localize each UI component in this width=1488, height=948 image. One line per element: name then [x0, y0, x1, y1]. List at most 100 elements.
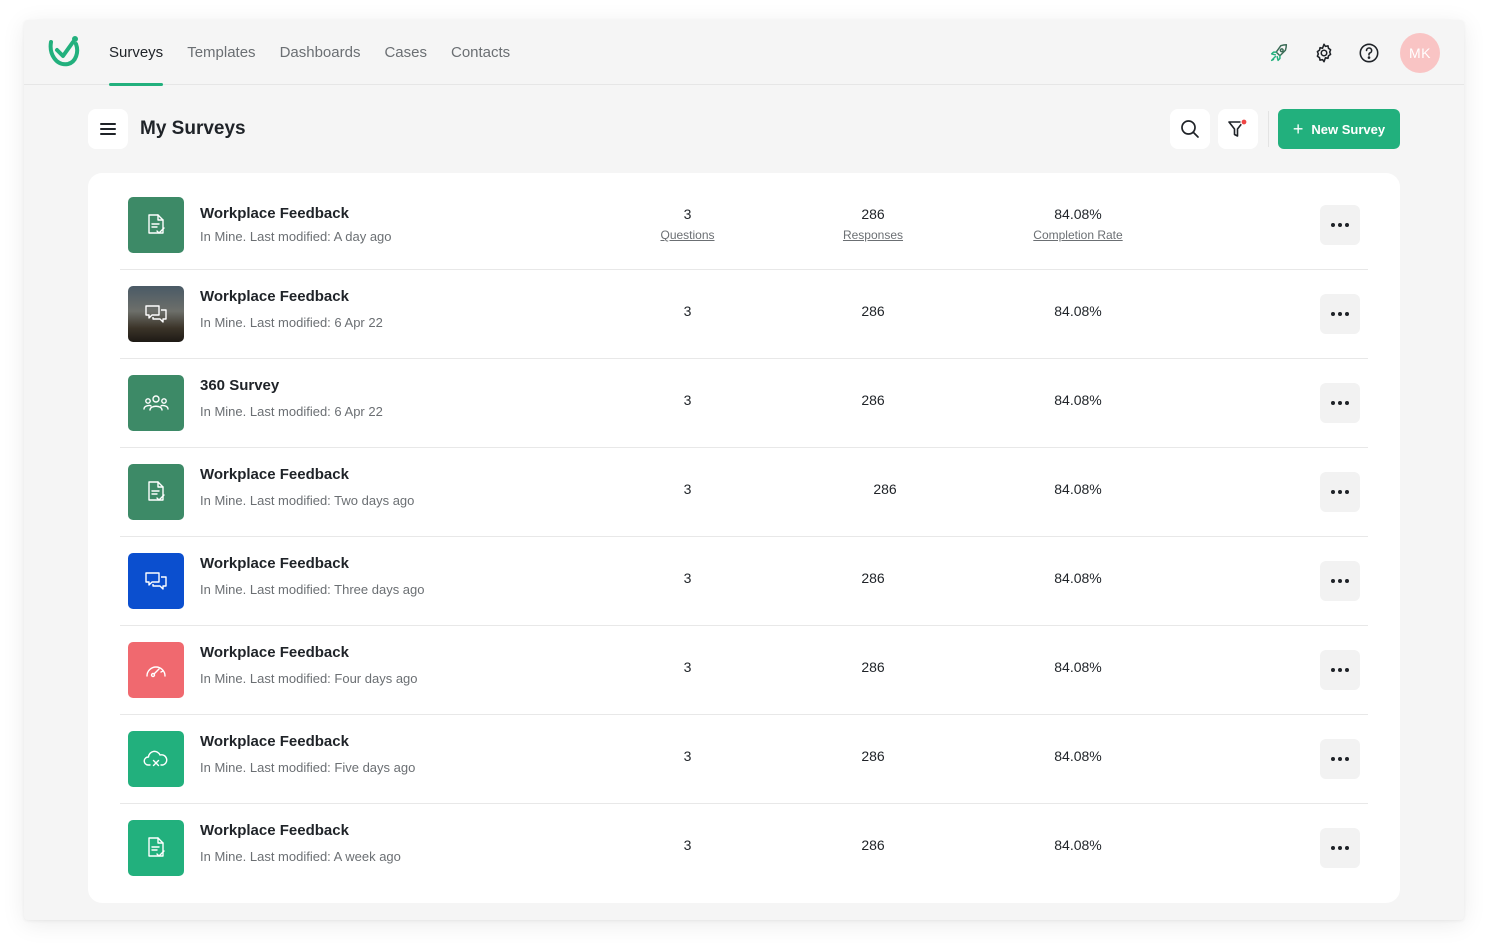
more-options-button[interactable]: [1320, 383, 1360, 423]
nav-tab-dashboards[interactable]: Dashboards: [280, 20, 361, 85]
new-survey-button[interactable]: + New Survey: [1278, 109, 1400, 149]
completion-value: 84.08%: [1054, 570, 1102, 586]
document-check-icon: [128, 197, 184, 253]
search-icon: [1181, 120, 1199, 138]
user-avatar[interactable]: MK: [1400, 33, 1440, 73]
top-navigation: Surveys Templates Dashboards Cases Conta…: [24, 20, 1464, 86]
more-options-button[interactable]: [1320, 205, 1360, 245]
survey-subtitle: In Mine. Last modified: Two days ago: [200, 493, 415, 508]
more-dots-icon: [1330, 312, 1351, 316]
survey-row[interactable]: Workplace Feedback In Mine. Last modifie…: [120, 804, 1368, 893]
survey-row[interactable]: Workplace Feedback In Mine. Last modifie…: [120, 173, 1368, 270]
more-options-button[interactable]: [1320, 739, 1360, 779]
questions-stat: 3 Questions: [640, 206, 735, 242]
rocket-icon[interactable]: [1264, 38, 1294, 68]
questions-value: 3: [683, 206, 692, 222]
more-dots-icon: [1330, 223, 1351, 227]
search-button[interactable]: [1170, 109, 1210, 149]
survey-title: Workplace Feedback: [200, 733, 349, 750]
gauge-icon: [128, 642, 184, 698]
responses-value: 286: [861, 659, 885, 675]
survey-title: Workplace Feedback: [200, 555, 349, 572]
completion-value: 84.08%: [1054, 303, 1102, 319]
more-dots-icon: [1330, 846, 1351, 850]
responses-value: 286: [873, 481, 897, 497]
survey-title: 360 Survey: [200, 377, 280, 394]
completion-value: 84.08%: [1054, 481, 1102, 497]
more-options-button[interactable]: [1320, 828, 1360, 868]
questions-value: 3: [683, 392, 692, 408]
survey-subtitle: In Mine. Last modified: 6 Apr 22: [200, 315, 383, 330]
survey-list: Workplace Feedback In Mine. Last modifie…: [88, 173, 1400, 903]
responses-value: 286: [861, 748, 885, 764]
help-icon[interactable]: [1354, 38, 1384, 68]
more-options-button[interactable]: [1320, 650, 1360, 690]
nav-tab-contacts[interactable]: Contacts: [451, 20, 510, 85]
completion-value: 84.08%: [1054, 748, 1102, 764]
responses-value: 286: [861, 570, 885, 586]
survey-subtitle: In Mine. Last modified: 6 Apr 22: [200, 404, 383, 419]
nav-tab-cases[interactable]: Cases: [384, 20, 427, 85]
completion-value: 84.08%: [1054, 659, 1102, 675]
survey-subtitle: In Mine. Last modified: A week ago: [200, 849, 401, 864]
survey-subtitle: In Mine. Last modified: Three days ago: [200, 582, 425, 597]
people-group-icon: [128, 375, 184, 431]
questions-value: 3: [683, 837, 692, 853]
more-dots-icon: [1330, 401, 1351, 405]
nav-tab-surveys[interactable]: Surveys: [109, 20, 164, 86]
more-dots-icon: [1330, 490, 1351, 494]
responses-value: 286: [861, 837, 885, 853]
filter-button[interactable]: [1218, 109, 1258, 149]
survey-row[interactable]: Workplace Feedback In Mine. Last modifie…: [120, 715, 1368, 804]
more-options-button[interactable]: [1320, 561, 1360, 601]
completion-label[interactable]: Completion Rate: [1000, 228, 1156, 242]
filter-icon: [1228, 118, 1248, 137]
questions-value: 3: [683, 570, 692, 586]
survey-row[interactable]: Workplace Feedback In Mine. Last modifie…: [120, 448, 1368, 537]
more-dots-icon: [1330, 757, 1351, 761]
completion-value: 84.08%: [1054, 837, 1102, 853]
survey-row[interactable]: Workplace Feedback In Mine. Last modifie…: [120, 537, 1368, 626]
top-actions: MK: [1249, 33, 1440, 73]
more-options-button[interactable]: [1320, 294, 1360, 334]
chat-bubbles-icon: [128, 286, 184, 342]
survey-subtitle: In Mine. Last modified: A day ago: [200, 229, 392, 244]
plus-icon: +: [1292, 119, 1304, 139]
survey-title: Workplace Feedback: [200, 205, 349, 222]
survey-title: Workplace Feedback: [200, 822, 349, 839]
survey-subtitle: In Mine. Last modified: Five days ago: [200, 760, 416, 775]
responses-value: 286: [861, 206, 885, 222]
toolbar-divider: [1268, 111, 1269, 147]
survey-row[interactable]: 360 Survey In Mine. Last modified: 6 Apr…: [120, 359, 1368, 448]
questions-value: 3: [683, 748, 692, 764]
chat-bubbles-icon: [128, 553, 184, 609]
survey-title: Workplace Feedback: [200, 288, 349, 305]
menu-icon: [100, 123, 116, 135]
survey-title: Workplace Feedback: [200, 466, 349, 483]
survey-title: Workplace Feedback: [200, 644, 349, 661]
responses-value: 286: [861, 303, 885, 319]
responses-value: 286: [861, 392, 885, 408]
survey-subtitle: In Mine. Last modified: Four days ago: [200, 671, 418, 686]
app-logo-icon[interactable]: [46, 34, 80, 70]
main-nav: Surveys Templates Dashboards Cases Conta…: [109, 20, 534, 86]
completion-value: 84.08%: [1054, 392, 1102, 408]
gear-icon[interactable]: [1309, 38, 1339, 68]
nav-tab-templates[interactable]: Templates: [187, 20, 255, 85]
app-window: Surveys Templates Dashboards Cases Conta…: [24, 20, 1464, 920]
completion-stat: 84.08% Completion Rate: [1000, 206, 1156, 242]
questions-value: 3: [683, 303, 692, 319]
survey-row[interactable]: Workplace Feedback In Mine. Last modifie…: [120, 270, 1368, 359]
cloud-x-icon: [128, 731, 184, 787]
completion-value: 84.08%: [1054, 206, 1102, 222]
survey-row[interactable]: Workplace Feedback In Mine. Last modifie…: [120, 626, 1368, 715]
questions-value: 3: [683, 481, 692, 497]
questions-label[interactable]: Questions: [640, 228, 735, 242]
new-survey-label: New Survey: [1311, 121, 1386, 137]
responses-label[interactable]: Responses: [820, 228, 926, 242]
page-title: My Surveys: [140, 118, 246, 139]
menu-button[interactable]: [88, 109, 128, 149]
more-options-button[interactable]: [1320, 472, 1360, 512]
document-check-icon: [128, 464, 184, 520]
more-dots-icon: [1330, 668, 1351, 672]
